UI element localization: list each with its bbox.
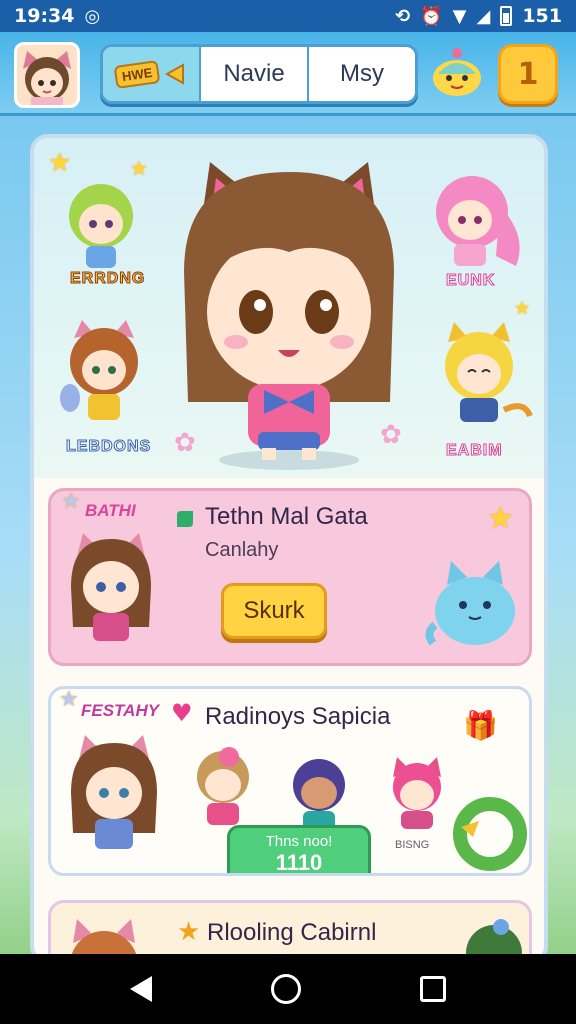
sync-icon: ⟲ <box>395 5 411 27</box>
top-bar: HWE Navie Msy 1 <box>0 32 576 116</box>
green-ring-icon <box>453 797 527 871</box>
blue-cat-mascot-icon <box>425 561 515 646</box>
card-tag: FESTAHY <box>81 701 160 720</box>
character-label: EUNK <box>445 272 496 290</box>
character-label: ERRDNG <box>69 270 146 288</box>
flower-icon: ✿ <box>174 428 196 458</box>
home-badge: HWE <box>113 59 161 89</box>
avatar-face-icon <box>23 51 71 105</box>
character-auburn-hair[interactable] <box>54 318 154 428</box>
player-avatar[interactable] <box>14 42 80 108</box>
event-card-1[interactable]: BATHI ★ Tethn Mal Gata Canlahy Skurk ★ <box>48 488 532 666</box>
card-action-button[interactable]: Skurk <box>221 583 327 639</box>
home-icon[interactable] <box>270 974 301 1004</box>
star-icon: ★ <box>487 501 514 536</box>
system-nav-bar <box>0 954 576 1024</box>
main-panel: ★ ★ ★ ERRDNG LEBDONS EUNK EABIM ✿ ✿ BATH… <box>30 134 548 964</box>
star-icon: ★ <box>59 687 79 712</box>
gift-icon: 🎁 <box>463 709 498 742</box>
star-icon: ★ <box>61 489 81 514</box>
battery-level: 151 <box>522 5 562 27</box>
card-tag: BATHI <box>85 501 136 520</box>
card-character-icon <box>71 735 157 849</box>
card-title: Tethn Mal Gata <box>205 503 368 530</box>
character-label: LEBDONS <box>65 438 152 456</box>
heart-icon: ♥ <box>171 699 193 727</box>
claim-button-count: 1110 <box>275 850 323 875</box>
character-showcase: ★ ★ ★ ERRDNG LEBDONS EUNK EABIM ✿ ✿ <box>34 138 544 478</box>
card-title: Radinoys Sapicia <box>205 703 391 730</box>
recent-apps-icon[interactable] <box>420 976 447 1002</box>
character-green-hair[interactable] <box>56 174 146 274</box>
card-title: Rlooling Cabirnl <box>207 919 377 946</box>
card-character-icon <box>71 533 151 641</box>
character-magenta-hair-icon <box>393 757 441 829</box>
main-character-cat-ears[interactable] <box>164 152 414 472</box>
status-bar: 19:34 ◎ ⟲ ⏰ ▼ ◢ 151 <box>0 0 576 32</box>
event-card-2[interactable]: FESTAHY ★ ♥ Radinoys Sapicia BISNG 🎁 Thn… <box>48 686 532 876</box>
character-pink-hair[interactable] <box>420 166 530 276</box>
mascot-icon[interactable] <box>428 44 486 102</box>
claim-button[interactable]: Thns noo! 1110 <box>227 825 371 875</box>
tab-navie[interactable]: Navie <box>199 47 307 101</box>
alarm-icon: ⏰ <box>420 5 443 27</box>
back-icon[interactable] <box>129 976 152 1002</box>
arrow-left-icon <box>165 63 185 85</box>
wifi-icon: ▼ <box>452 5 467 27</box>
star-icon: ★ <box>514 298 531 319</box>
signal-icon: ◢ <box>476 5 491 27</box>
top-tab-group: HWE Navie Msy <box>100 44 418 104</box>
star-icon: ★ <box>177 917 201 947</box>
character-curly-hair-icon <box>197 747 249 825</box>
battery-icon <box>500 6 513 26</box>
character-small-label: BISNG <box>395 839 430 851</box>
coin-counter-button[interactable]: 1 <box>498 44 558 104</box>
app-notification-icon: ◎ <box>84 5 101 27</box>
leaf-icon <box>177 511 193 527</box>
tab-msy[interactable]: Msy <box>307 47 415 101</box>
clock: 19:34 <box>14 5 75 27</box>
character-navy-hair-icon <box>293 759 345 831</box>
flower-icon: ✿ <box>380 420 402 450</box>
card-subtitle: Canlahy <box>205 539 279 561</box>
claim-button-label: Thns noo! <box>265 833 333 850</box>
tab-home[interactable]: HWE <box>103 47 199 101</box>
character-label: EABIM <box>446 442 503 460</box>
character-blonde-hair[interactable] <box>424 320 534 430</box>
